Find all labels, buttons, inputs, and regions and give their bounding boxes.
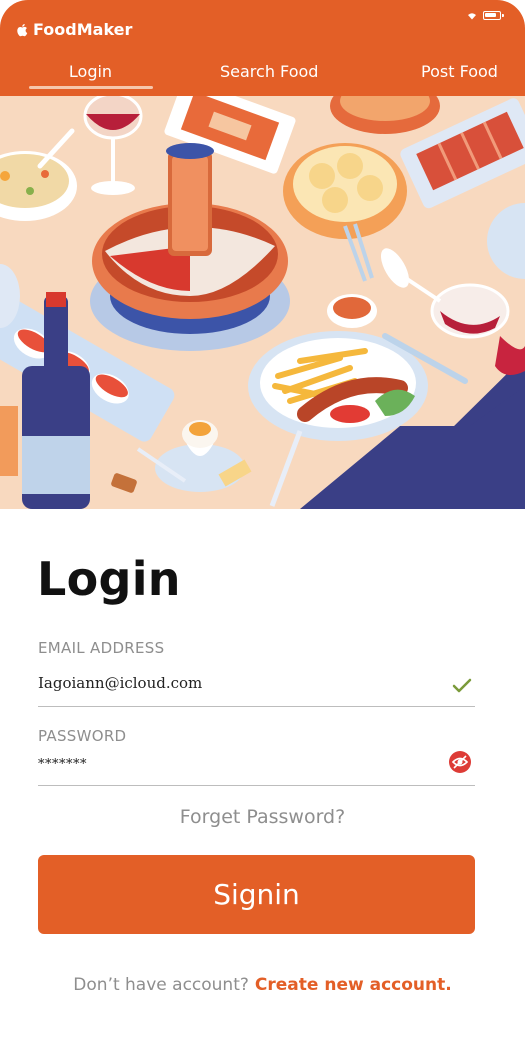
app-name: FoodMaker (33, 20, 133, 39)
status-bar (467, 11, 504, 20)
app-brand: FoodMaker (17, 20, 132, 39)
apple-icon (17, 23, 28, 36)
food-table-illustration (0, 96, 525, 509)
email-underline (38, 706, 475, 707)
password-underline (38, 785, 475, 786)
password-field[interactable]: ******* (38, 757, 87, 772)
page-title: Login (37, 552, 181, 606)
app-screen: FoodMaker Login Search Food Post Food Lo… (0, 0, 525, 1055)
signin-button[interactable]: Signin (38, 855, 475, 934)
battery-icon (483, 11, 504, 20)
email-field[interactable]: Iagoiann@icloud.com (38, 674, 202, 692)
wifi-icon (468, 13, 476, 20)
active-tab-indicator (29, 86, 153, 89)
hero-illustration (0, 96, 525, 509)
eye-off-icon[interactable] (448, 750, 472, 774)
email-label: EMAIL ADDRESS (38, 639, 165, 657)
password-label: PASSWORD (38, 727, 127, 745)
tab-post-food[interactable]: Post Food (421, 62, 498, 81)
signup-row: Don’t have account? Create new account. (0, 975, 525, 995)
tab-login[interactable]: Login (28, 62, 153, 81)
create-account-link[interactable]: Create new account. (255, 975, 452, 995)
app-header: FoodMaker Login Search Food Post Food (0, 0, 525, 96)
check-icon (452, 678, 472, 693)
forget-password-link[interactable]: Forget Password? (0, 806, 525, 828)
tab-search-food[interactable]: Search Food (220, 62, 318, 81)
signup-prompt: Don’t have account? (73, 975, 249, 995)
